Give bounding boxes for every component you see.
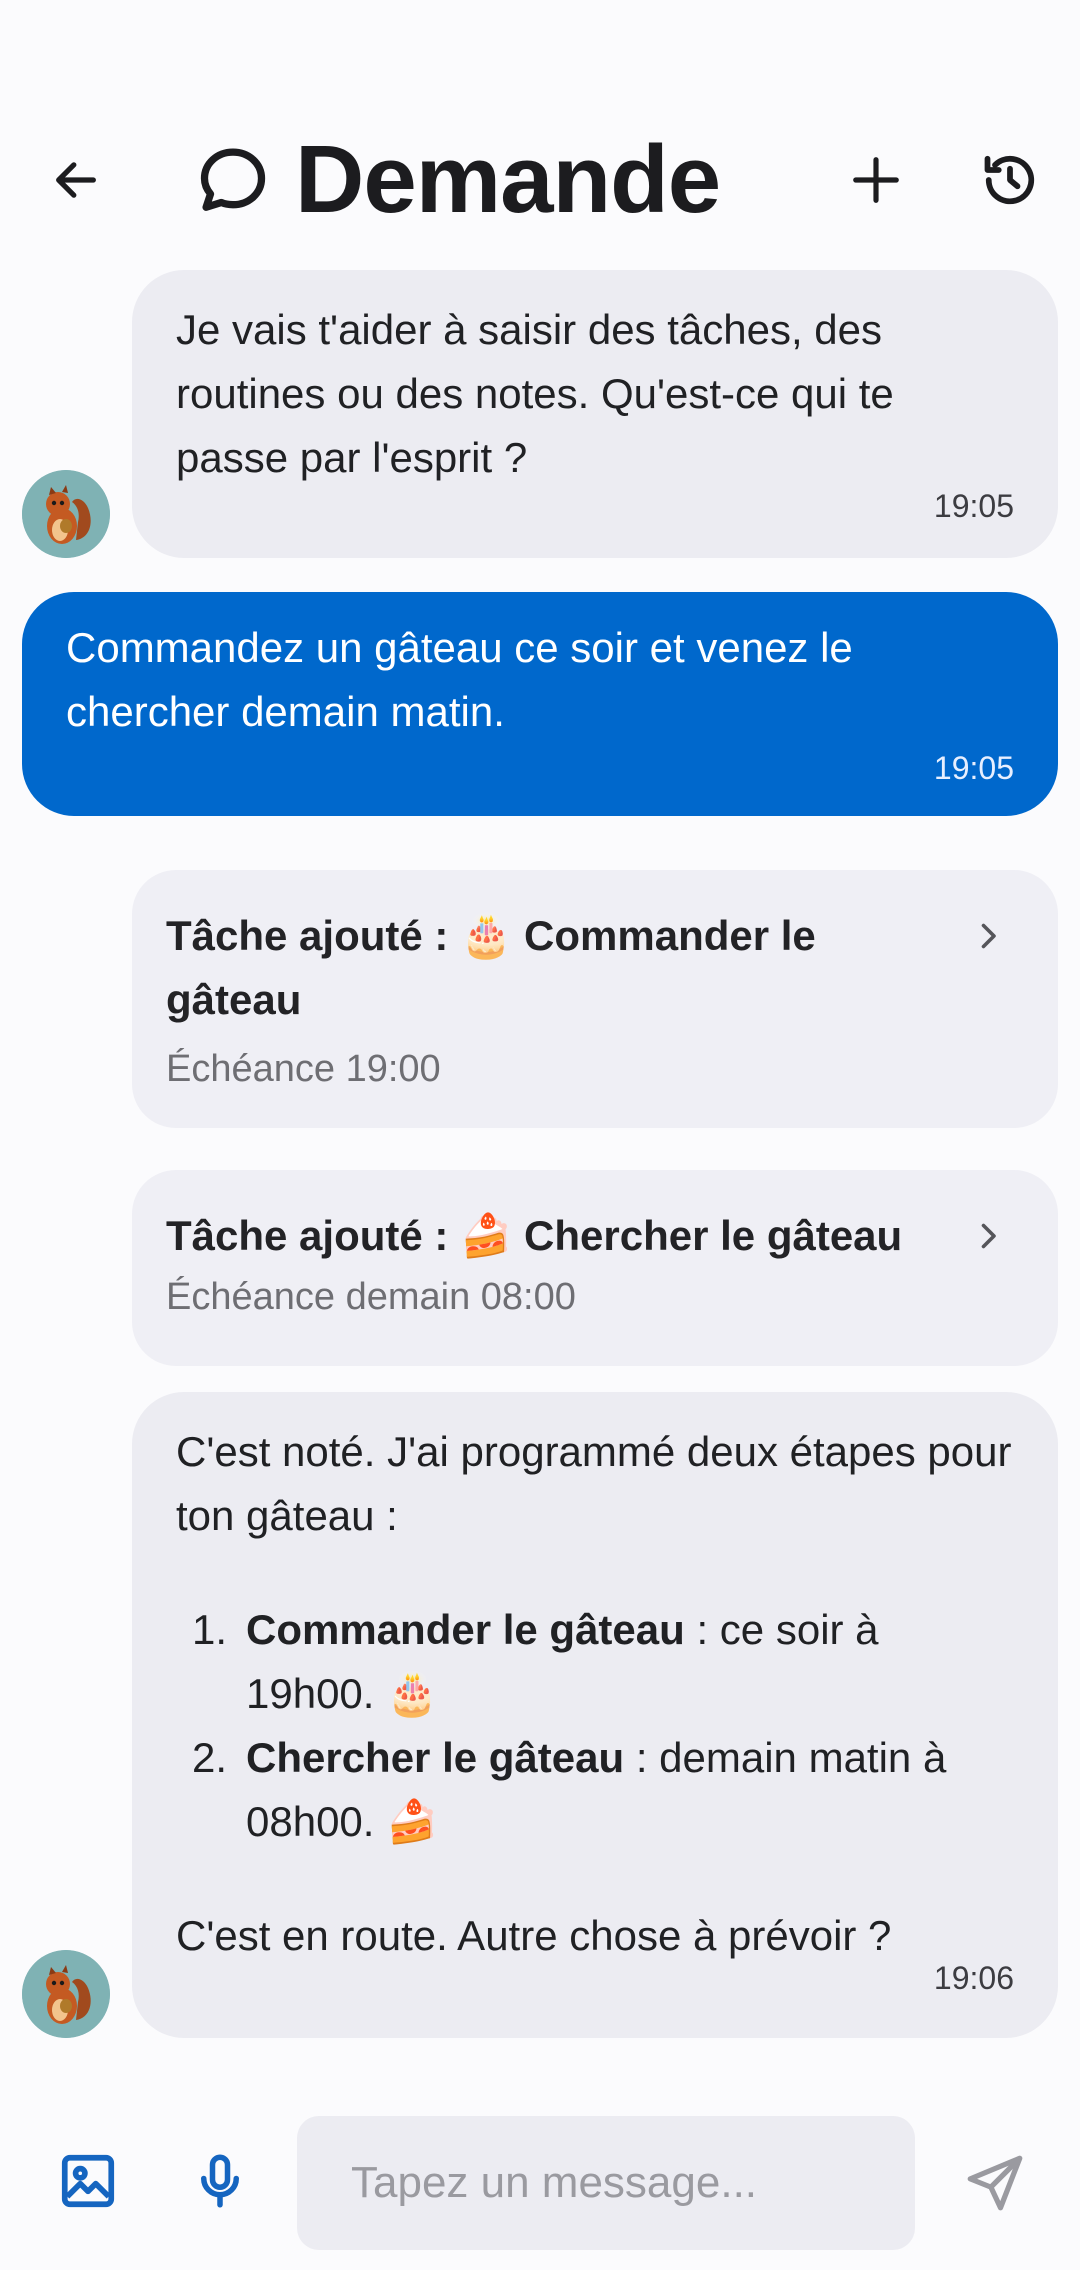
message-text: Je vais t'aider à saisir des tâches, des… xyxy=(176,306,894,481)
history-button[interactable] xyxy=(970,140,1050,220)
task-due: Échéance 19:00 xyxy=(166,1048,441,1090)
list-item: 1. Commander le gâteau : ce soir à 19h00… xyxy=(192,1606,879,1717)
microphone-button[interactable] xyxy=(178,2136,262,2226)
message-input-placeholder: Tapez un message... xyxy=(351,2158,758,2207)
task-card-order-cake[interactable]: Tâche ajouté : 🎂 Commander le gâteau Éch… xyxy=(132,870,1058,1128)
cake-slice-icon: 🍰 xyxy=(386,1798,439,1845)
message-text: Commandez un gâteau ce soir et venez le … xyxy=(66,624,853,735)
back-button[interactable] xyxy=(36,140,116,220)
avatar xyxy=(22,470,110,558)
message-time: 19:05 xyxy=(933,750,1014,786)
task-card-pickup-cake[interactable]: Tâche ajouté : 🍰 Chercher le gâteau Éché… xyxy=(132,1170,1058,1366)
add-button[interactable] xyxy=(836,140,916,220)
page-title: Demande xyxy=(195,120,721,240)
assistant-message: Je vais t'aider à saisir des tâches, des… xyxy=(132,270,1058,558)
task-due: Échéance demain 08:00 xyxy=(166,1276,576,1318)
message-outro: C'est en route. Autre chose à prévoir ? xyxy=(176,1912,892,1959)
message-time: 19:05 xyxy=(933,488,1014,524)
page-title-text: Demande xyxy=(295,126,721,233)
image-icon xyxy=(61,2154,115,2208)
avatar xyxy=(22,1950,110,2038)
history-clock-icon xyxy=(984,155,1035,205)
task-title: Tâche ajouté : 🎂 Commander le gâteau xyxy=(166,912,816,1023)
squirrel-icon xyxy=(22,470,110,558)
birthday-cake-icon: 🎂 xyxy=(460,912,513,959)
chevron-right-icon xyxy=(981,1223,996,1249)
speech-bubble-icon xyxy=(200,148,266,211)
attach-image-button[interactable] xyxy=(46,2136,130,2226)
microphone-icon xyxy=(201,2154,239,2208)
user-message: Commandez un gâteau ce soir et venez le … xyxy=(22,592,1058,816)
steps-list: 1. Commander le gâteau : ce soir à 19h00… xyxy=(176,1598,1014,1854)
cake-slice-icon: 🍰 xyxy=(460,1212,513,1259)
message-time: 19:06 xyxy=(933,1960,1014,1996)
squirrel-icon xyxy=(22,1950,110,2038)
send-button[interactable] xyxy=(950,2138,1040,2228)
message-intro: C'est noté. J'ai programmé deux étapes p… xyxy=(176,1428,1012,1539)
message-input[interactable]: Tapez un message... xyxy=(297,2116,915,2250)
arrow-left-icon xyxy=(56,162,96,198)
send-icon xyxy=(967,2155,1023,2211)
plus-icon xyxy=(853,157,899,203)
birthday-cake-icon: 🎂 xyxy=(386,1670,439,1717)
task-title: Tâche ajouté : 🍰 Chercher le gâteau xyxy=(166,1212,903,1259)
chevron-right-icon xyxy=(981,923,996,949)
list-item: 2. Chercher le gâteau : demain matin à 0… xyxy=(192,1734,947,1845)
assistant-message: C'est noté. J'ai programmé deux étapes p… xyxy=(132,1392,1058,2038)
